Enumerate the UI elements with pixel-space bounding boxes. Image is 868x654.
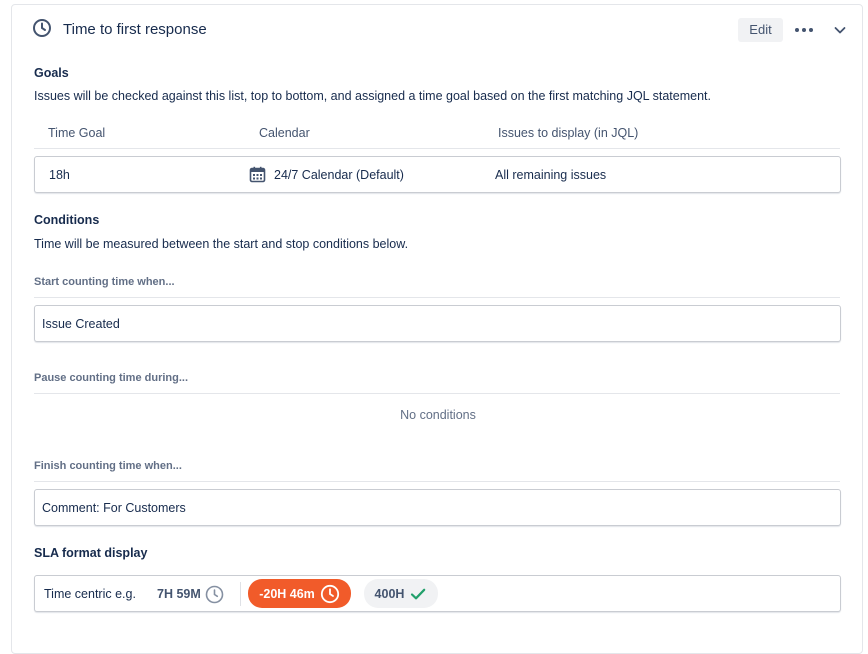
- divider: [240, 582, 241, 606]
- sla-format-heading: SLA format display: [34, 546, 148, 560]
- start-condition-box: Issue Created: [34, 305, 841, 342]
- conditions-description: Time will be measured between the start …: [34, 237, 409, 251]
- clock-icon: [320, 584, 340, 604]
- page-title: Time to first response: [63, 21, 207, 38]
- finish-condition-label: Finish counting time when...: [34, 460, 182, 472]
- clock-icon: [205, 585, 224, 604]
- column-header-time-goal: Time Goal: [48, 126, 106, 140]
- divider: [34, 481, 840, 482]
- sla-format-box: Time centric e.g. 7H 59M -20H 46m 400H: [34, 575, 841, 612]
- table-row: 18h 24/7 Calendar (Default) All remainin…: [34, 156, 841, 193]
- card-header: Time to first response Edit: [12, 5, 862, 53]
- sla-example-running: 7H 59M: [157, 583, 224, 605]
- goals-heading: Goals: [34, 66, 69, 80]
- time-goal-cell: 18h: [49, 168, 70, 182]
- column-header-calendar: Calendar: [259, 126, 310, 140]
- finish-condition-box: Comment: For Customers: [34, 489, 841, 526]
- conditions-heading: Conditions: [34, 213, 100, 227]
- pause-condition-label: Pause counting time during...: [34, 372, 189, 384]
- sla-example-text: -20H 46m: [259, 586, 315, 601]
- sla-example-text: 7H 59M: [157, 587, 201, 601]
- goals-description: Issues will be checked against this list…: [34, 89, 711, 103]
- sla-card: Time to first response Edit Goals Issues…: [11, 4, 863, 654]
- sla-example-breached: -20H 46m: [248, 579, 351, 608]
- no-conditions-text: No conditions: [400, 408, 476, 422]
- sla-example-text: 400H: [374, 586, 405, 601]
- finish-condition-value: Comment: For Customers: [42, 501, 186, 515]
- start-condition-label: Start counting time when...: [34, 276, 175, 288]
- column-header-jql: Issues to display (in JQL): [498, 126, 639, 140]
- calendar-cell: 24/7 Calendar (Default): [274, 168, 404, 182]
- check-icon: [409, 585, 427, 603]
- divider: [34, 393, 840, 394]
- divider: [34, 297, 840, 298]
- calendar-icon: [249, 166, 266, 183]
- chevron-down-icon[interactable]: [830, 20, 850, 40]
- clock-icon: [32, 18, 52, 38]
- sla-format-label: Time centric e.g.: [44, 587, 136, 601]
- start-condition-value: Issue Created: [42, 317, 120, 331]
- more-horizontal-icon[interactable]: [792, 19, 816, 41]
- sla-example-met: 400H: [364, 579, 438, 608]
- edit-button[interactable]: Edit: [738, 18, 783, 42]
- divider: [34, 148, 840, 149]
- jql-cell: All remaining issues: [495, 168, 607, 182]
